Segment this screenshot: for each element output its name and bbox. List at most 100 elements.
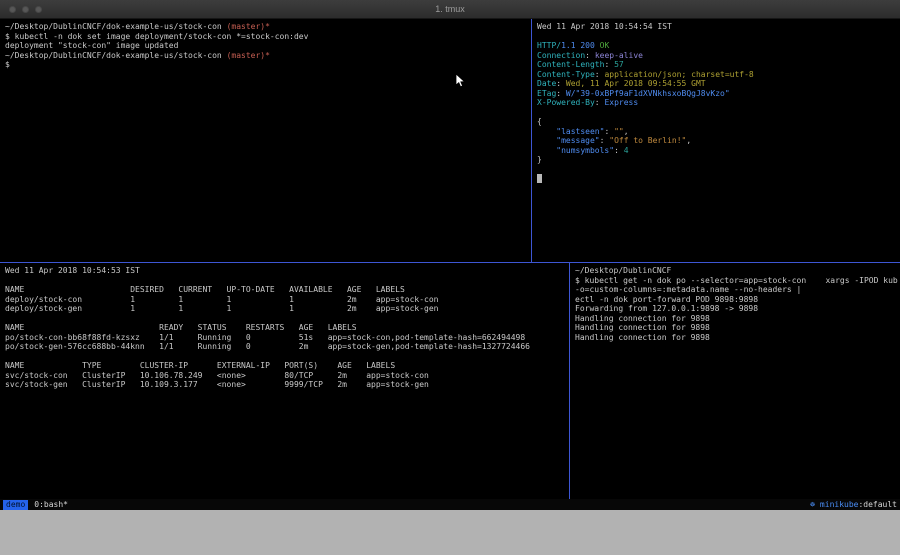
terminal-line: Forwarding from 127.0.0.1:9898 -> 9898 <box>575 304 900 314</box>
text-segment: OK <box>600 41 610 50</box>
terminal-line <box>537 174 900 184</box>
text-segment: $ <box>5 60 10 69</box>
text-segment: keep-alive <box>595 51 643 60</box>
tmux-terminal: ~/Desktop/DublinCNCF/dok-example-us/stoc… <box>0 19 900 510</box>
terminal-line: ectl -n dok port-forward POD 9898:9898 <box>575 295 900 305</box>
terminal-line: NAME DESIRED CURRENT UP-TO-DATE AVAILABL… <box>5 285 569 295</box>
text-segment: Forwarding from 127.0.0.1:9898 -> 9898 <box>575 304 758 313</box>
text-segment: (master)* <box>227 22 270 31</box>
terminal-line <box>5 314 569 324</box>
block-cursor <box>537 174 542 183</box>
text-segment: : <box>556 79 566 88</box>
close-button[interactable] <box>9 6 16 13</box>
terminal-line: ~/Desktop/DublinCNCF <box>575 266 900 276</box>
status-right: ☸ minikube:default <box>810 500 897 509</box>
terminal-line: Content-Type: application/json; charset=… <box>537 70 900 80</box>
tmux-panes: ~/Desktop/DublinCNCF/dok-example-us/stoc… <box>0 19 900 499</box>
text-segment: po/stock-gen-576cc688bb-44knn 1/1 Runnin… <box>5 342 530 351</box>
terminal-line <box>5 352 569 362</box>
kube-namespace-label: :default <box>858 500 897 509</box>
text-segment: : <box>604 127 614 136</box>
pane-port-forward[interactable]: ~/Desktop/DublinCNCF$ kubectl get -n dok… <box>570 263 900 499</box>
text-segment: } <box>537 155 542 164</box>
text-segment: , <box>624 127 629 136</box>
terminal-line: Wed 11 Apr 2018 10:54:54 IST <box>537 22 900 32</box>
terminal-window: 1. tmux ~/Desktop/DublinCNCF/dok-example… <box>0 0 900 510</box>
text-segment: "message" <box>556 136 599 145</box>
text-segment: : <box>600 136 610 145</box>
terminal-line: Content-Length: 57 <box>537 60 900 70</box>
text-segment: Wed, 11 Apr 2018 09:54:55 GMT <box>566 79 706 88</box>
text-segment: Express <box>604 98 638 107</box>
desktop-background <box>0 510 900 555</box>
text-segment: 57 <box>614 60 624 69</box>
text-segment: Wed 11 Apr 2018 10:54:53 IST <box>5 266 140 275</box>
kube-context-label: ☸ minikube <box>810 500 858 509</box>
text-segment: svc/stock-con ClusterIP 10.106.78.249 <n… <box>5 371 429 380</box>
text-segment: "lastseen" <box>556 127 604 136</box>
traffic-lights <box>9 0 42 18</box>
text-segment: ETag <box>537 89 556 98</box>
titlebar: 1. tmux <box>0 0 900 19</box>
text-segment: NAME DESIRED CURRENT UP-TO-DATE AVAILABL… <box>5 285 405 294</box>
text-segment: X-Powered-By <box>537 98 595 107</box>
text-segment: NAME READY STATUS RESTARTS AGE LABELS <box>5 323 357 332</box>
terminal-line: svc/stock-gen ClusterIP 10.109.3.177 <no… <box>5 380 569 390</box>
terminal-line <box>5 276 569 286</box>
terminal-line: "numsymbols": 4 <box>537 146 900 156</box>
window-tab-bash[interactable]: 0:bash* <box>34 500 68 509</box>
text-segment: Handling connection for 9898 <box>575 314 710 323</box>
text-segment <box>537 146 556 155</box>
terminal-line: Wed 11 Apr 2018 10:54:53 IST <box>5 266 569 276</box>
terminal-line: NAME TYPE CLUSTER-IP EXTERNAL-IP PORT(S)… <box>5 361 569 371</box>
terminal-line <box>537 165 900 175</box>
text-segment: deploy/stock-gen 1 1 1 1 2m app=stock-ge… <box>5 304 438 313</box>
text-segment: : <box>556 89 566 98</box>
terminal-line: $ kubectl -n dok set image deployment/st… <box>5 32 531 42</box>
terminal-line: ~/Desktop/DublinCNCF/dok-example-us/stoc… <box>5 22 531 32</box>
terminal-line: deployment "stock-con" image updated <box>5 41 531 51</box>
pane-divider-vertical-bottom[interactable] <box>569 263 570 499</box>
terminal-line: -o=custom-columns=:metadata.name --no-he… <box>575 285 900 295</box>
terminal-line: X-Powered-By: Express <box>537 98 900 108</box>
text-segment: ~/Desktop/DublinCNCF/dok-example-us/stoc… <box>5 22 227 31</box>
pane-divider-vertical-top[interactable] <box>531 19 532 262</box>
terminal-line: po/stock-con-bb68f88fd-kzsxz 1/1 Running… <box>5 333 569 343</box>
pane-shell-stock-con[interactable]: ~/Desktop/DublinCNCF/dok-example-us/stoc… <box>0 19 531 262</box>
text-segment: Connection <box>537 51 585 60</box>
terminal-line <box>537 32 900 42</box>
pane-http-response[interactable]: Wed 11 Apr 2018 10:54:54 IST HTTP/1.1 20… <box>532 19 900 262</box>
terminal-line: svc/stock-con ClusterIP 10.106.78.249 <n… <box>5 371 569 381</box>
terminal-line <box>537 108 900 118</box>
text-segment: : <box>614 146 624 155</box>
pane-kubectl-watch[interactable]: Wed 11 Apr 2018 10:54:53 IST NAME DESIRE… <box>0 263 569 499</box>
text-segment: 4 <box>624 146 629 155</box>
text-segment: Handling connection for 9898 <box>575 323 710 332</box>
text-segment: : <box>595 98 605 107</box>
pane-divider-horizontal[interactable] <box>0 262 900 263</box>
session-name: demo <box>3 500 28 510</box>
text-segment: svc/stock-gen ClusterIP 10.109.3.177 <no… <box>5 380 429 389</box>
terminal-line: HTTP/1.1 200 OK <box>537 41 900 51</box>
zoom-button[interactable] <box>35 6 42 13</box>
window-title: 1. tmux <box>0 4 900 14</box>
terminal-line: Handling connection for 9898 <box>575 333 900 343</box>
text-segment: ~/Desktop/DublinCNCF/dok-example-us/stoc… <box>5 51 227 60</box>
terminal-line: "lastseen": "", <box>537 127 900 137</box>
text-segment: : <box>604 60 614 69</box>
text-segment: -o=custom-columns=:metadata.name --no-he… <box>575 285 801 294</box>
terminal-line: po/stock-gen-576cc688bb-44knn 1/1 Runnin… <box>5 342 569 352</box>
terminal-line: Date: Wed, 11 Apr 2018 09:54:55 GMT <box>537 79 900 89</box>
text-segment: { <box>537 117 542 126</box>
terminal-line: Handling connection for 9898 <box>575 323 900 333</box>
screen: 1. tmux ~/Desktop/DublinCNCF/dok-example… <box>0 0 900 555</box>
text-segment: $ kubectl get -n dok po --selector=app=s… <box>575 276 898 285</box>
text-segment: $ kubectl -n dok set image deployment/st… <box>5 32 308 41</box>
terminal-line: $ kubectl get -n dok po --selector=app=s… <box>575 276 900 286</box>
text-segment: "" <box>614 127 624 136</box>
terminal-line: "message": "Off to Berlin!", <box>537 136 900 146</box>
text-segment: , <box>686 136 691 145</box>
minimize-button[interactable] <box>22 6 29 13</box>
text-segment: Handling connection for 9898 <box>575 333 710 342</box>
text-segment: NAME TYPE CLUSTER-IP EXTERNAL-IP PORT(S)… <box>5 361 395 370</box>
